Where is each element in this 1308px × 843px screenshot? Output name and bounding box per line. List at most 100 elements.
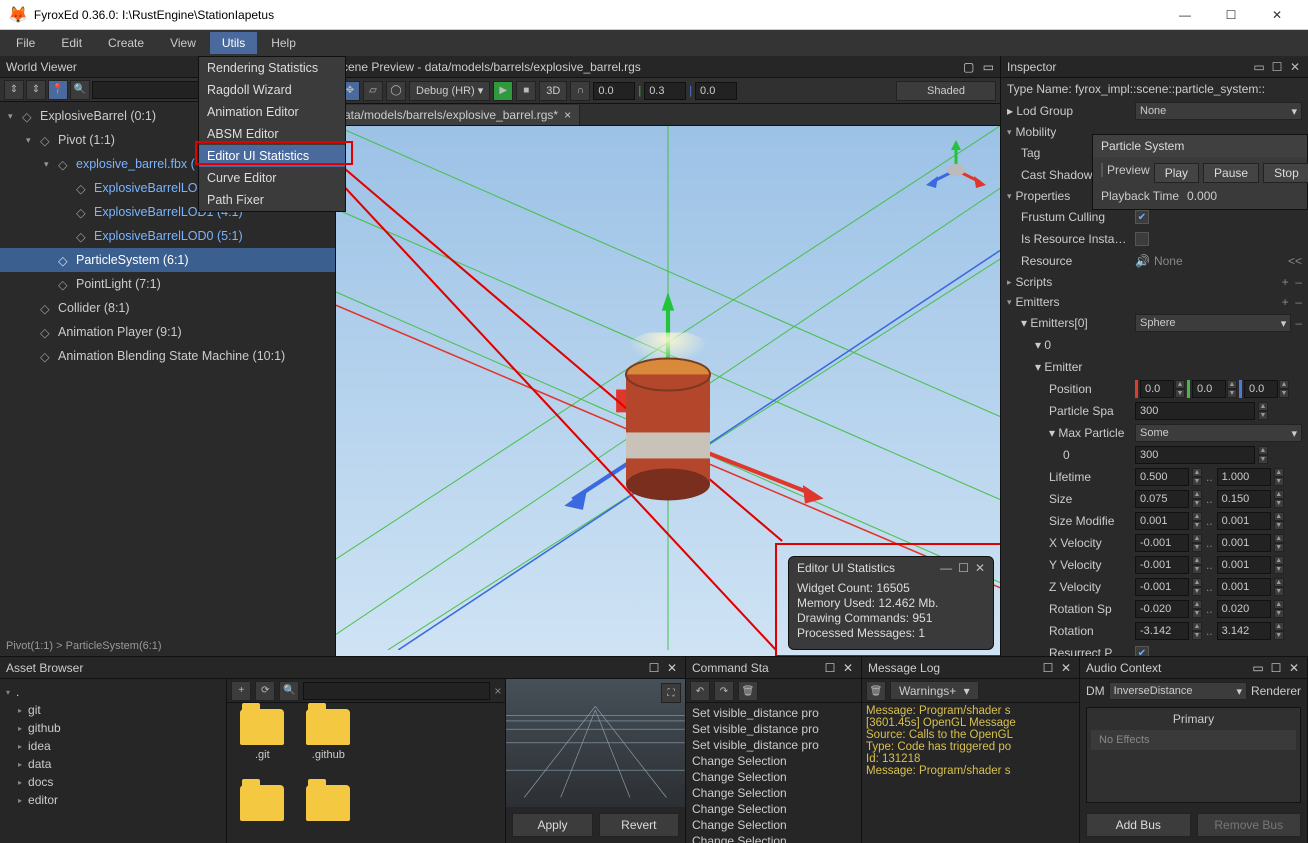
scale-tool-icon[interactable]: ▱	[363, 81, 383, 101]
dm-select[interactable]: InverseDistance▾	[1109, 682, 1247, 700]
yvel-min-input[interactable]	[1135, 556, 1189, 574]
panel-close-icon[interactable]: ▭	[983, 60, 994, 74]
dd-ragdoll-wizard[interactable]: Ragdoll Wizard	[199, 79, 345, 101]
lifetime-min-input[interactable]	[1135, 468, 1189, 486]
emitters0-select[interactable]: Sphere▾	[1135, 314, 1291, 332]
particle-spa-input[interactable]	[1135, 402, 1255, 420]
panel-pin-icon[interactable]: ▭	[1251, 661, 1265, 675]
command-row[interactable]: Change Selection	[688, 817, 859, 833]
dd-animation-editor[interactable]: Animation Editor	[199, 101, 345, 123]
remove-bus-button[interactable]: Remove Bus	[1197, 813, 1302, 837]
asset-dir-row[interactable]: ▸idea	[0, 737, 226, 755]
xvel-min-input[interactable]	[1135, 534, 1189, 552]
refresh-icon[interactable]: ⟳	[255, 681, 275, 701]
ps-pause-button[interactable]: Pause	[1203, 163, 1259, 183]
panel-max-icon[interactable]: ☐	[1041, 661, 1055, 675]
tree-row[interactable]: ParticleSystem (6:1)	[0, 248, 335, 272]
tree-row[interactable]: Animation Blending State Machine (10:1)	[0, 344, 335, 368]
lifetime-max-input[interactable]	[1217, 468, 1271, 486]
tree-row[interactable]: ExplosiveBarrelLOD0 (5:1)	[0, 224, 335, 248]
zvel-max-input[interactable]	[1217, 578, 1271, 596]
panel-max-icon[interactable]: ☐	[823, 661, 837, 675]
axis-gizmo-icon[interactable]	[926, 140, 986, 190]
asset-dir-row[interactable]: ▸docs	[0, 773, 226, 791]
panel-close-icon[interactable]: ✕	[665, 661, 679, 675]
command-list[interactable]: Set visible_distance proSet visible_dist…	[686, 703, 861, 843]
audio-bus-list[interactable]: Primary No Effects	[1086, 707, 1301, 803]
size-max-input[interactable]	[1217, 490, 1271, 508]
redo-icon[interactable]: ↷	[714, 681, 734, 701]
snap-value-1[interactable]: 0.0	[593, 82, 635, 100]
dd-path-fixer[interactable]: Path Fixer	[199, 189, 345, 211]
tree-row[interactable]: Animation Player (9:1)	[0, 320, 335, 344]
magnet-icon[interactable]: ∩	[570, 81, 590, 101]
scene-tab[interactable]: ata/models/barrels/explosive_barrel.rgs*…	[336, 105, 580, 125]
max-particle-select[interactable]: Some▾	[1135, 424, 1302, 442]
add-bus-button[interactable]: Add Bus	[1086, 813, 1191, 837]
rotate-tool-icon[interactable]: ◯	[386, 81, 406, 101]
stats-maximize-icon[interactable]: ☐	[958, 561, 969, 575]
tree-row[interactable]: PointLight (7:1)	[0, 272, 335, 296]
menu-create[interactable]: Create	[96, 32, 156, 54]
snap-value-3[interactable]: 0.0	[695, 82, 737, 100]
panel-close-icon[interactable]: ✕	[841, 661, 855, 675]
asset-dir-row[interactable]: ▸editor	[0, 791, 226, 809]
command-row[interactable]: Change Selection	[688, 833, 859, 843]
preview-expand-icon[interactable]: ⛶	[661, 683, 681, 703]
menu-help[interactable]: Help	[259, 32, 308, 54]
frustum-checkbox[interactable]	[1135, 210, 1149, 224]
panel-max-icon[interactable]: ☐	[647, 661, 661, 675]
revert-button[interactable]: Revert	[599, 813, 679, 837]
command-row[interactable]: Change Selection	[688, 753, 859, 769]
dd-rendering-statistics[interactable]: Rendering Statistics	[199, 57, 345, 79]
rotation-min-input[interactable]	[1135, 622, 1189, 640]
asset-grid[interactable]: .git.github	[227, 703, 505, 843]
panel-max-icon[interactable]: ☐	[1269, 661, 1283, 675]
ps-play-button[interactable]: Play	[1154, 163, 1199, 183]
menu-edit[interactable]: Edit	[49, 32, 94, 54]
clear-log-icon[interactable]: 🗑	[866, 681, 886, 701]
command-row[interactable]: Set visible_distance pro	[688, 705, 859, 721]
log-filter-select[interactable]: Warnings+ ▾	[890, 681, 979, 700]
clear-search-icon[interactable]: ×	[494, 684, 501, 698]
close-button[interactable]: ✕	[1254, 0, 1300, 30]
asset-dir-row[interactable]: ▸git	[0, 701, 226, 719]
viewport-3d[interactable]: Editor UI Statistics — ☐ ✕ Widget Count:…	[336, 126, 1000, 656]
debug-mode-select[interactable]: Debug (HR) ▾	[409, 81, 490, 101]
editor-ui-statistics-window[interactable]: Editor UI Statistics — ☐ ✕ Widget Count:…	[788, 556, 994, 650]
pos-y-input[interactable]	[1192, 380, 1226, 398]
lod-group-select[interactable]: None▾	[1135, 102, 1302, 120]
panel-minimize-icon[interactable]: ▢	[961, 60, 977, 74]
command-row[interactable]: Set visible_distance pro	[688, 721, 859, 737]
collapse-all-icon[interactable]: ⇕	[4, 80, 24, 100]
minimize-button[interactable]: —	[1162, 0, 1208, 30]
asset-dir-row[interactable]: ▸data	[0, 755, 226, 773]
zero-input[interactable]	[1135, 446, 1255, 464]
particle-system-overlay[interactable]: Particle System Preview Play Pause Stop …	[1092, 134, 1308, 210]
panel-pin-icon[interactable]: ▭	[1252, 60, 1266, 74]
command-row[interactable]: Set visible_distance pro	[688, 737, 859, 753]
dimension-toggle[interactable]: 3D	[539, 81, 567, 101]
size-mod-min-input[interactable]	[1135, 512, 1189, 530]
dd-editor-ui-statistics[interactable]: Editor UI Statistics	[199, 145, 345, 167]
xvel-max-input[interactable]	[1217, 534, 1271, 552]
panel-close-icon[interactable]: ✕	[1287, 661, 1301, 675]
resurrect-checkbox[interactable]	[1135, 646, 1149, 656]
panel-close-icon[interactable]: ✕	[1059, 661, 1073, 675]
menu-utils[interactable]: Utils	[210, 32, 257, 54]
menu-file[interactable]: File	[4, 32, 47, 54]
yvel-max-input[interactable]	[1217, 556, 1271, 574]
command-row[interactable]: Change Selection	[688, 785, 859, 801]
primary-bus[interactable]: Primary	[1091, 712, 1296, 726]
folder-item[interactable]: .github	[299, 709, 357, 777]
expand-all-icon[interactable]: ⇕	[26, 80, 46, 100]
rotation-max-input[interactable]	[1217, 622, 1271, 640]
stats-minimize-icon[interactable]: —	[940, 561, 952, 575]
command-row[interactable]: Change Selection	[688, 801, 859, 817]
search-icon[interactable]: 🔍	[70, 80, 90, 100]
undo-icon[interactable]: ↶	[690, 681, 710, 701]
is-resource-checkbox[interactable]	[1135, 232, 1149, 246]
tab-close-icon[interactable]: ×	[564, 108, 571, 122]
message-list[interactable]: Message: Program/shader s[3601.45s] Open…	[862, 703, 1079, 843]
size-min-input[interactable]	[1135, 490, 1189, 508]
